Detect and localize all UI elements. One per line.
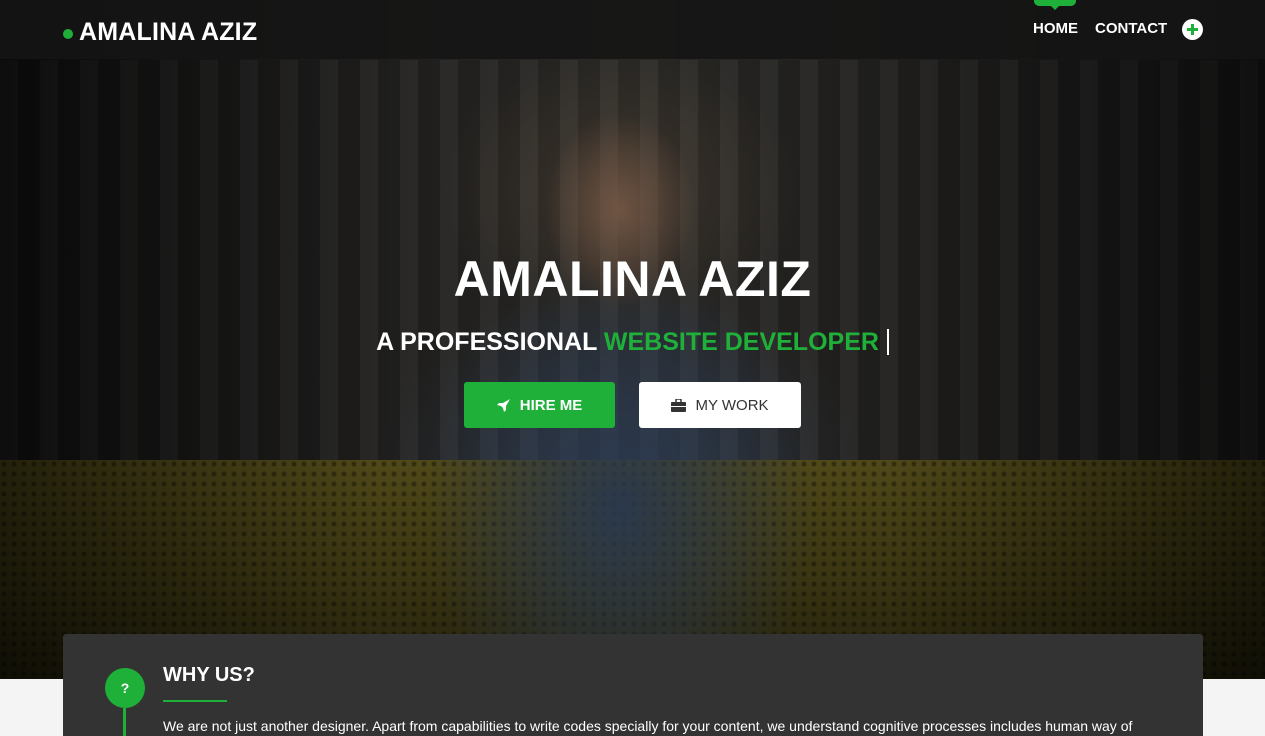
nav-contact-link[interactable]: CONTACT [1095,20,1167,37]
typing-cursor [886,329,889,355]
why-us-card: ? WHY US? We are not just another design… [63,634,1203,736]
brand-logo[interactable]: AMALINA AZIZ [63,17,257,47]
briefcase-icon [671,398,687,412]
rocket-icon [496,399,510,412]
brand-dot-icon [63,29,73,39]
timeline-line [123,708,126,736]
navbar: AMALINA AZIZ HOME CONTACT [0,0,1265,59]
hero-title: AMALINA AZIZ [453,251,812,307]
why-us-title: WHY US? [163,664,255,686]
active-nav-indicator [1034,0,1076,10]
brand-name: AMALINA AZIZ [79,17,258,46]
nav-home-link[interactable]: HOME [1033,20,1078,37]
plus-circle-icon[interactable] [1182,19,1203,40]
why-us-text: We are not just another designer. Apart … [163,718,1133,734]
subtitle-prefix: A PROFESSIONAL [376,328,597,356]
subtitle-accent: WEBSITE DEVELOPER [603,328,879,356]
title-underline [163,700,227,702]
hero-subtitle: A PROFESSIONAL WEBSITE DEVELOPER [0,328,1265,357]
hire-me-label: HIRE ME [519,396,583,414]
hire-me-button[interactable]: HIRE ME [464,382,615,428]
my-work-button[interactable]: MY WORK [639,382,801,428]
my-work-label: MY WORK [695,396,769,414]
question-icon: ? [105,668,145,708]
